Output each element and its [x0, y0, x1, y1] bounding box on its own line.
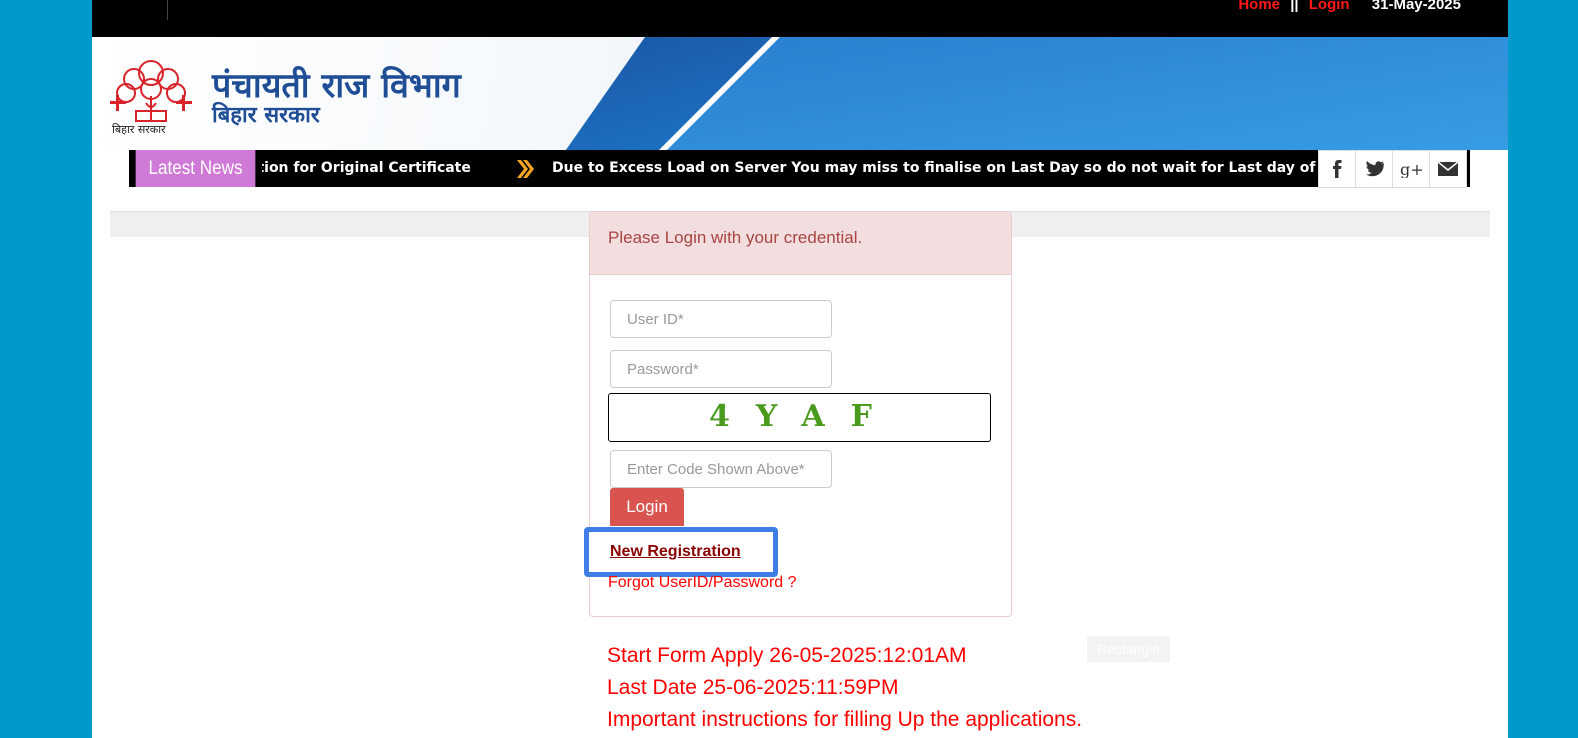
top-links: Home || Login 31-May-2025: [1238, 0, 1461, 13]
top-bar: Home || Login 31-May-2025: [92, 0, 1508, 37]
captcha-input[interactable]: [610, 450, 832, 488]
page: Home || Login 31-May-2025 बिहार सरकार पं…: [92, 0, 1508, 738]
new-registration-link[interactable]: New Registration: [610, 543, 741, 561]
login-button[interactable]: Login: [610, 488, 684, 526]
news-ticker[interactable]: ation for Original Certificate Due to Ex…: [262, 150, 1319, 187]
news-item[interactable]: ation for Original Certificate: [262, 150, 471, 187]
twitter-button[interactable]: [1356, 150, 1393, 188]
latest-news-label: Latest News: [135, 150, 256, 187]
home-link[interactable]: Home: [1238, 0, 1280, 13]
last-date-text: Last Date 25-06-2025:11:59PM: [607, 676, 899, 699]
divider: [167, 0, 168, 20]
user-id-input[interactable]: [610, 300, 832, 338]
social-links: g+: [1318, 150, 1467, 188]
start-date-text: Start Form Apply 26-05-2025:12:01AM: [607, 644, 967, 667]
rectangle-placeholder: Rectangle: [1087, 636, 1170, 662]
news-item[interactable]: Due to Excess Load on Server You may mis…: [552, 150, 1319, 187]
mail-icon: [1438, 162, 1458, 176]
header-banner: बिहार सरकार पंचायती राज विभाग बिहार सरका…: [92, 37, 1508, 150]
svg-text:g+: g+: [1400, 160, 1422, 178]
government-subtitle: बिहार सरकार: [212, 103, 320, 128]
google-plus-icon: g+: [1400, 160, 1422, 178]
google-plus-button[interactable]: g+: [1393, 150, 1430, 188]
mail-button[interactable]: [1430, 150, 1467, 188]
facebook-icon: [1333, 160, 1342, 178]
instructions-link[interactable]: Important instructions for filling Up th…: [607, 708, 1082, 732]
login-heading: Please Login with your credential.: [590, 212, 1011, 275]
captcha-image: 4YAF: [608, 393, 991, 442]
forgot-password-link[interactable]: Forgot UserID/Password ?: [608, 574, 797, 592]
captcha-code: 4YAF: [709, 399, 898, 434]
news-ticker-bar: Latest News ation for Original Certifica…: [129, 150, 1470, 187]
login-link[interactable]: Login: [1309, 0, 1350, 13]
logo-caption: बिहार सरकार: [112, 123, 166, 136]
login-panel: Please Login with your credential. 4YAF …: [584, 211, 1012, 617]
link-separator: ||: [1290, 0, 1299, 13]
twitter-icon: [1366, 160, 1384, 176]
facebook-button[interactable]: [1318, 150, 1356, 188]
current-date: 31-May-2025: [1371, 0, 1461, 13]
password-input[interactable]: [610, 350, 832, 388]
double-chevron-right-icon: [517, 160, 534, 178]
